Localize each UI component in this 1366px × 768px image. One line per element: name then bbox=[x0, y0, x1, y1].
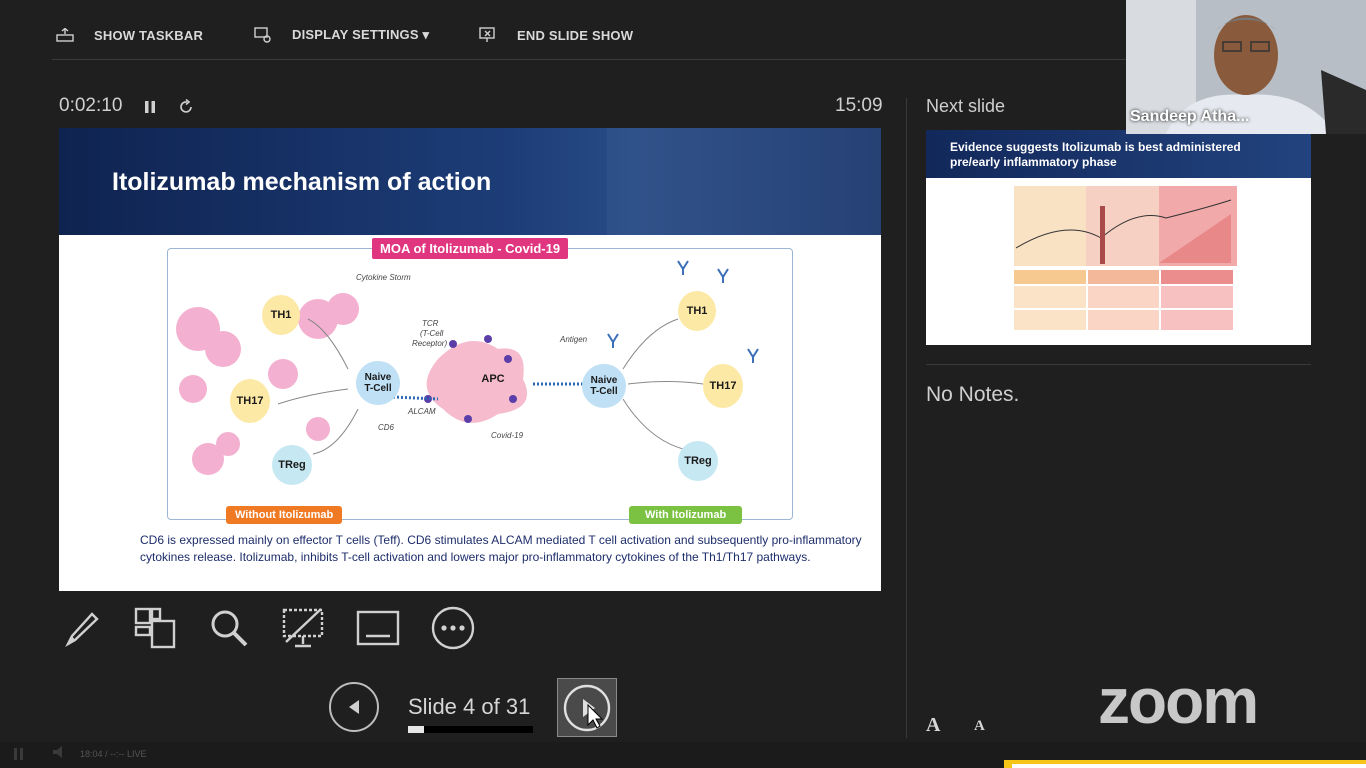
slides-grid-icon bbox=[134, 607, 176, 649]
tcr-sub-label-1: (T-Cell bbox=[420, 329, 444, 338]
apc-label: APC bbox=[481, 373, 505, 385]
elapsed-timer: 0:02:10 bbox=[59, 95, 123, 116]
panel-divider bbox=[906, 98, 907, 738]
cd6-label: CD6 bbox=[378, 423, 395, 432]
participant-name: Sandeep Atha... bbox=[1130, 108, 1250, 125]
black-screen-button[interactable] bbox=[281, 606, 325, 650]
moa-diagram: Cytokine Storm TCR (T-Cell Receptor) ALC… bbox=[167, 248, 793, 520]
display-settings-label: DISPLAY SETTINGS ▾ bbox=[292, 27, 430, 42]
tcr-label: TCR bbox=[422, 319, 439, 328]
speaker-notes: No Notes. bbox=[926, 383, 1020, 406]
slide-caption: CD6 is expressed mainly on effector T ce… bbox=[140, 533, 862, 564]
treg-cell-left: TReg bbox=[272, 445, 312, 485]
more-options-button[interactable] bbox=[431, 606, 475, 650]
covid-label: Covid-19 bbox=[491, 431, 524, 440]
notes-divider bbox=[926, 364, 1311, 365]
faint-volume-icon bbox=[52, 745, 68, 764]
naive-tcell-left: Naive T-Cell bbox=[356, 361, 400, 405]
show-taskbar-button[interactable]: SHOW TASKBAR bbox=[56, 26, 203, 44]
with-itolizumab-tag: With Itolizumab bbox=[629, 506, 743, 524]
previous-slide-button[interactable] bbox=[329, 682, 379, 732]
toolbar-divider bbox=[52, 59, 1127, 60]
next-slide-preview[interactable]: Evidence suggests Itolizumab is best adm… bbox=[926, 130, 1311, 345]
tcell-label: T-Cell bbox=[364, 383, 392, 394]
subtitles-icon bbox=[356, 610, 400, 646]
arrow-right-icon bbox=[563, 684, 611, 731]
treg-cell-right: TReg bbox=[678, 441, 718, 481]
th1-cell-left: TH1 bbox=[262, 295, 300, 335]
moa-tag: MOA of Itolizumab - Covid-19 bbox=[372, 238, 569, 259]
without-itolizumab-tag: Without Itolizumab bbox=[226, 506, 343, 524]
naive-label: Naive bbox=[364, 372, 392, 383]
slide-progress-fill bbox=[408, 726, 425, 733]
pause-icon bbox=[145, 101, 155, 113]
tcr-sub-label-2: Receptor) bbox=[412, 339, 448, 348]
display-settings-icon bbox=[254, 27, 271, 43]
antigen-label: Antigen bbox=[560, 335, 588, 344]
next-slide-button[interactable] bbox=[557, 678, 617, 737]
font-smaller-glyph: A bbox=[974, 718, 985, 734]
slide-progress-bar bbox=[408, 726, 533, 733]
th17-cell-right: TH17 bbox=[703, 364, 743, 408]
share-indicator-inner bbox=[1012, 764, 1366, 768]
next-slide-title: Evidence suggests Itolizumab is best adm… bbox=[950, 140, 1241, 169]
end-show-icon bbox=[479, 27, 495, 42]
pen-tool-button[interactable] bbox=[60, 606, 104, 650]
alcam-label: ALCAM bbox=[408, 407, 436, 416]
restart-timer-button[interactable] bbox=[175, 96, 197, 118]
see-all-slides-button[interactable] bbox=[133, 606, 177, 650]
zoom-logo: zoom bbox=[1098, 665, 1259, 737]
end-slide-show-label: END SLIDE SHOW bbox=[517, 27, 634, 43]
ellipsis-icon bbox=[431, 606, 475, 650]
faint-pause-icon bbox=[14, 747, 24, 765]
font-larger-glyph: A bbox=[926, 714, 941, 736]
display-settings-button[interactable]: DISPLAY SETTINGS ▾ bbox=[254, 26, 429, 44]
next-slide-label: Next slide bbox=[926, 96, 1006, 116]
naive-tcell-right: Naive T-Cell bbox=[582, 364, 626, 408]
tcell-label: T-Cell bbox=[590, 386, 618, 397]
pause-button[interactable] bbox=[139, 96, 161, 118]
status-text: 18:04 / --:-- LIVE bbox=[80, 749, 147, 759]
decrease-font-button[interactable]: A bbox=[974, 718, 985, 735]
current-time: 15:09 bbox=[835, 95, 883, 116]
th17-cell-left: TH17 bbox=[230, 379, 270, 423]
pen-icon bbox=[65, 612, 99, 648]
arrow-left-icon bbox=[349, 700, 359, 714]
increase-font-button[interactable]: A bbox=[926, 714, 940, 737]
naive-label: Naive bbox=[590, 375, 618, 386]
current-slide[interactable]: Itolizumab mechanism of action Cytokine … bbox=[59, 128, 881, 591]
subtitles-button[interactable] bbox=[356, 606, 400, 650]
slide-title: Itolizumab mechanism of action bbox=[112, 168, 492, 196]
show-taskbar-label: SHOW TASKBAR bbox=[94, 27, 204, 43]
restart-icon bbox=[180, 99, 192, 113]
screen-off-icon bbox=[282, 608, 324, 648]
participant-video[interactable]: Sandeep Atha... bbox=[1126, 0, 1366, 134]
end-slide-show-button[interactable]: END SLIDE SHOW bbox=[479, 26, 633, 44]
magnifier-icon bbox=[211, 610, 248, 647]
taskbar-icon bbox=[56, 28, 74, 42]
slide-counter: Slide 4 of 31 bbox=[408, 694, 531, 719]
zoom-into-slide-button[interactable] bbox=[207, 606, 251, 650]
next-slide-chart-art bbox=[1014, 186, 1237, 330]
th1-cell-right: TH1 bbox=[678, 291, 716, 331]
cytokine-storm-label: Cytokine Storm bbox=[356, 273, 411, 282]
